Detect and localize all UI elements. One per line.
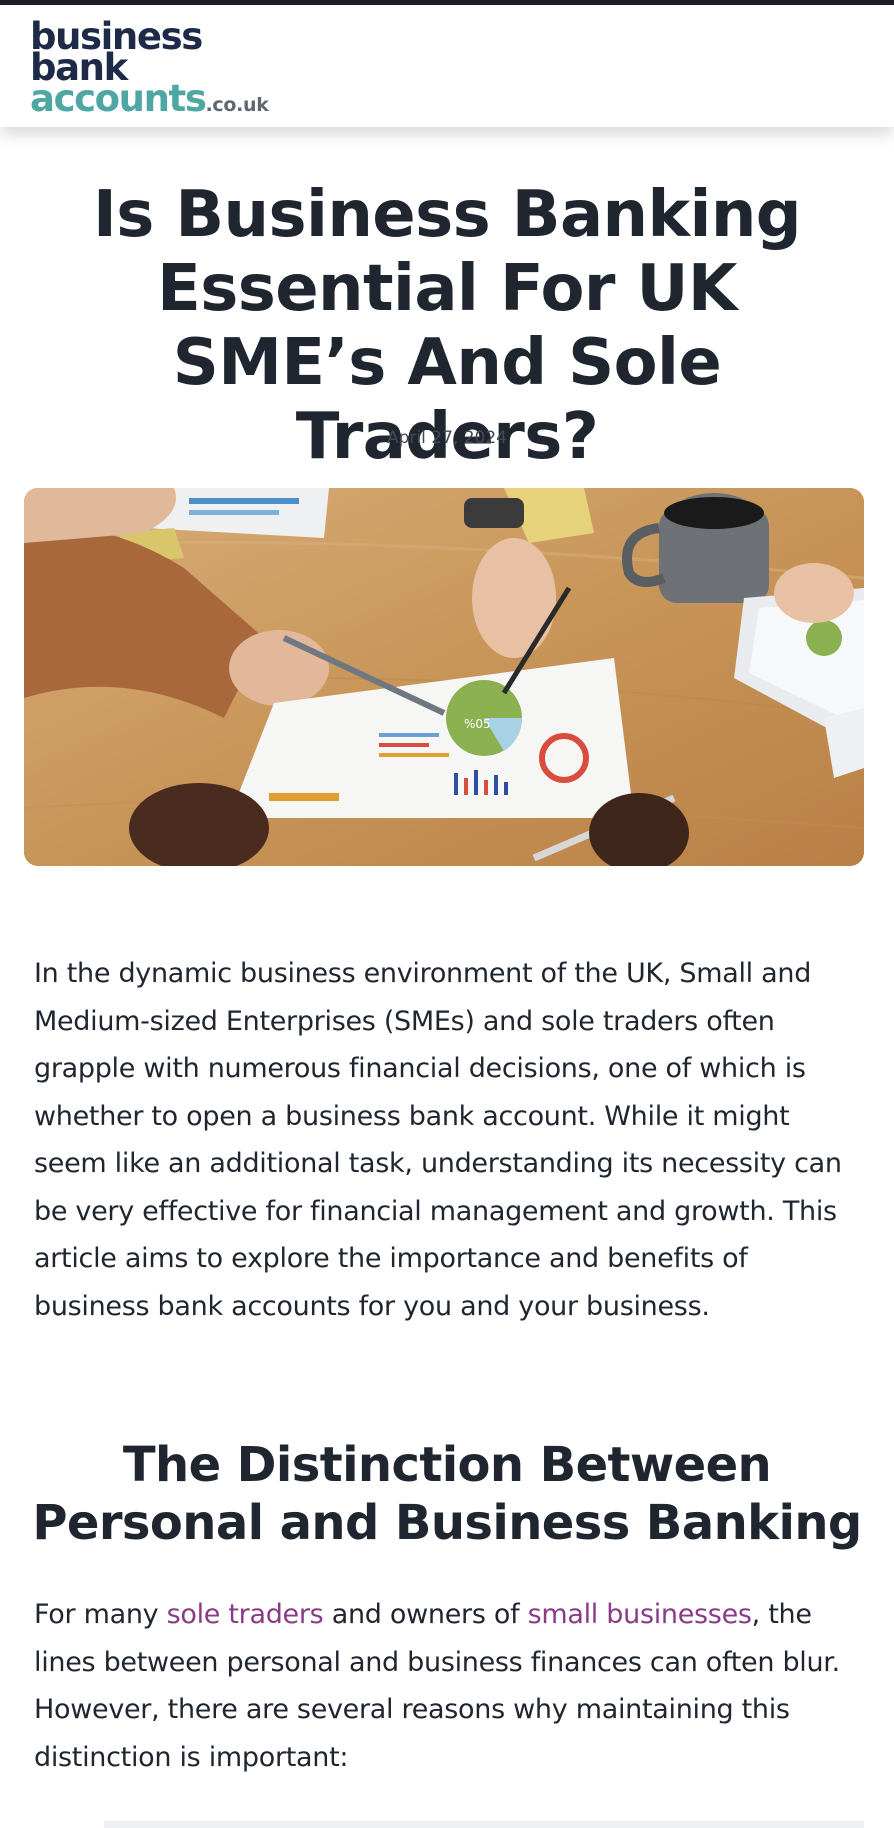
para-text-middle: and owners of <box>323 1599 528 1630</box>
logo-line-accounts: accounts.co.uk <box>30 80 269 121</box>
site-header: business bank accounts.co.uk <box>0 5 894 127</box>
pie-label: %05 <box>464 717 491 731</box>
article-date: April 27, 2024 <box>387 428 507 448</box>
hero-illustration: %05 <box>24 488 864 866</box>
hero-image: %05 <box>24 488 864 866</box>
section-paragraph: For many sole traders and owners of smal… <box>34 1591 860 1781</box>
next-block-edge <box>104 1821 864 1828</box>
site-logo[interactable]: business bank accounts.co.uk <box>30 18 269 121</box>
intro-paragraph: In the dynamic business environment of t… <box>34 958 842 1322</box>
para-text-start: For many <box>34 1599 167 1630</box>
logo-tld: .co.uk <box>205 94 269 116</box>
logo-word-accounts: accounts <box>30 77 207 120</box>
link-small-businesses[interactable]: small businesses <box>528 1599 752 1630</box>
section-heading: The Distinction Between Personal and Bus… <box>32 1437 862 1551</box>
link-sole-traders[interactable]: sole traders <box>167 1599 324 1630</box>
